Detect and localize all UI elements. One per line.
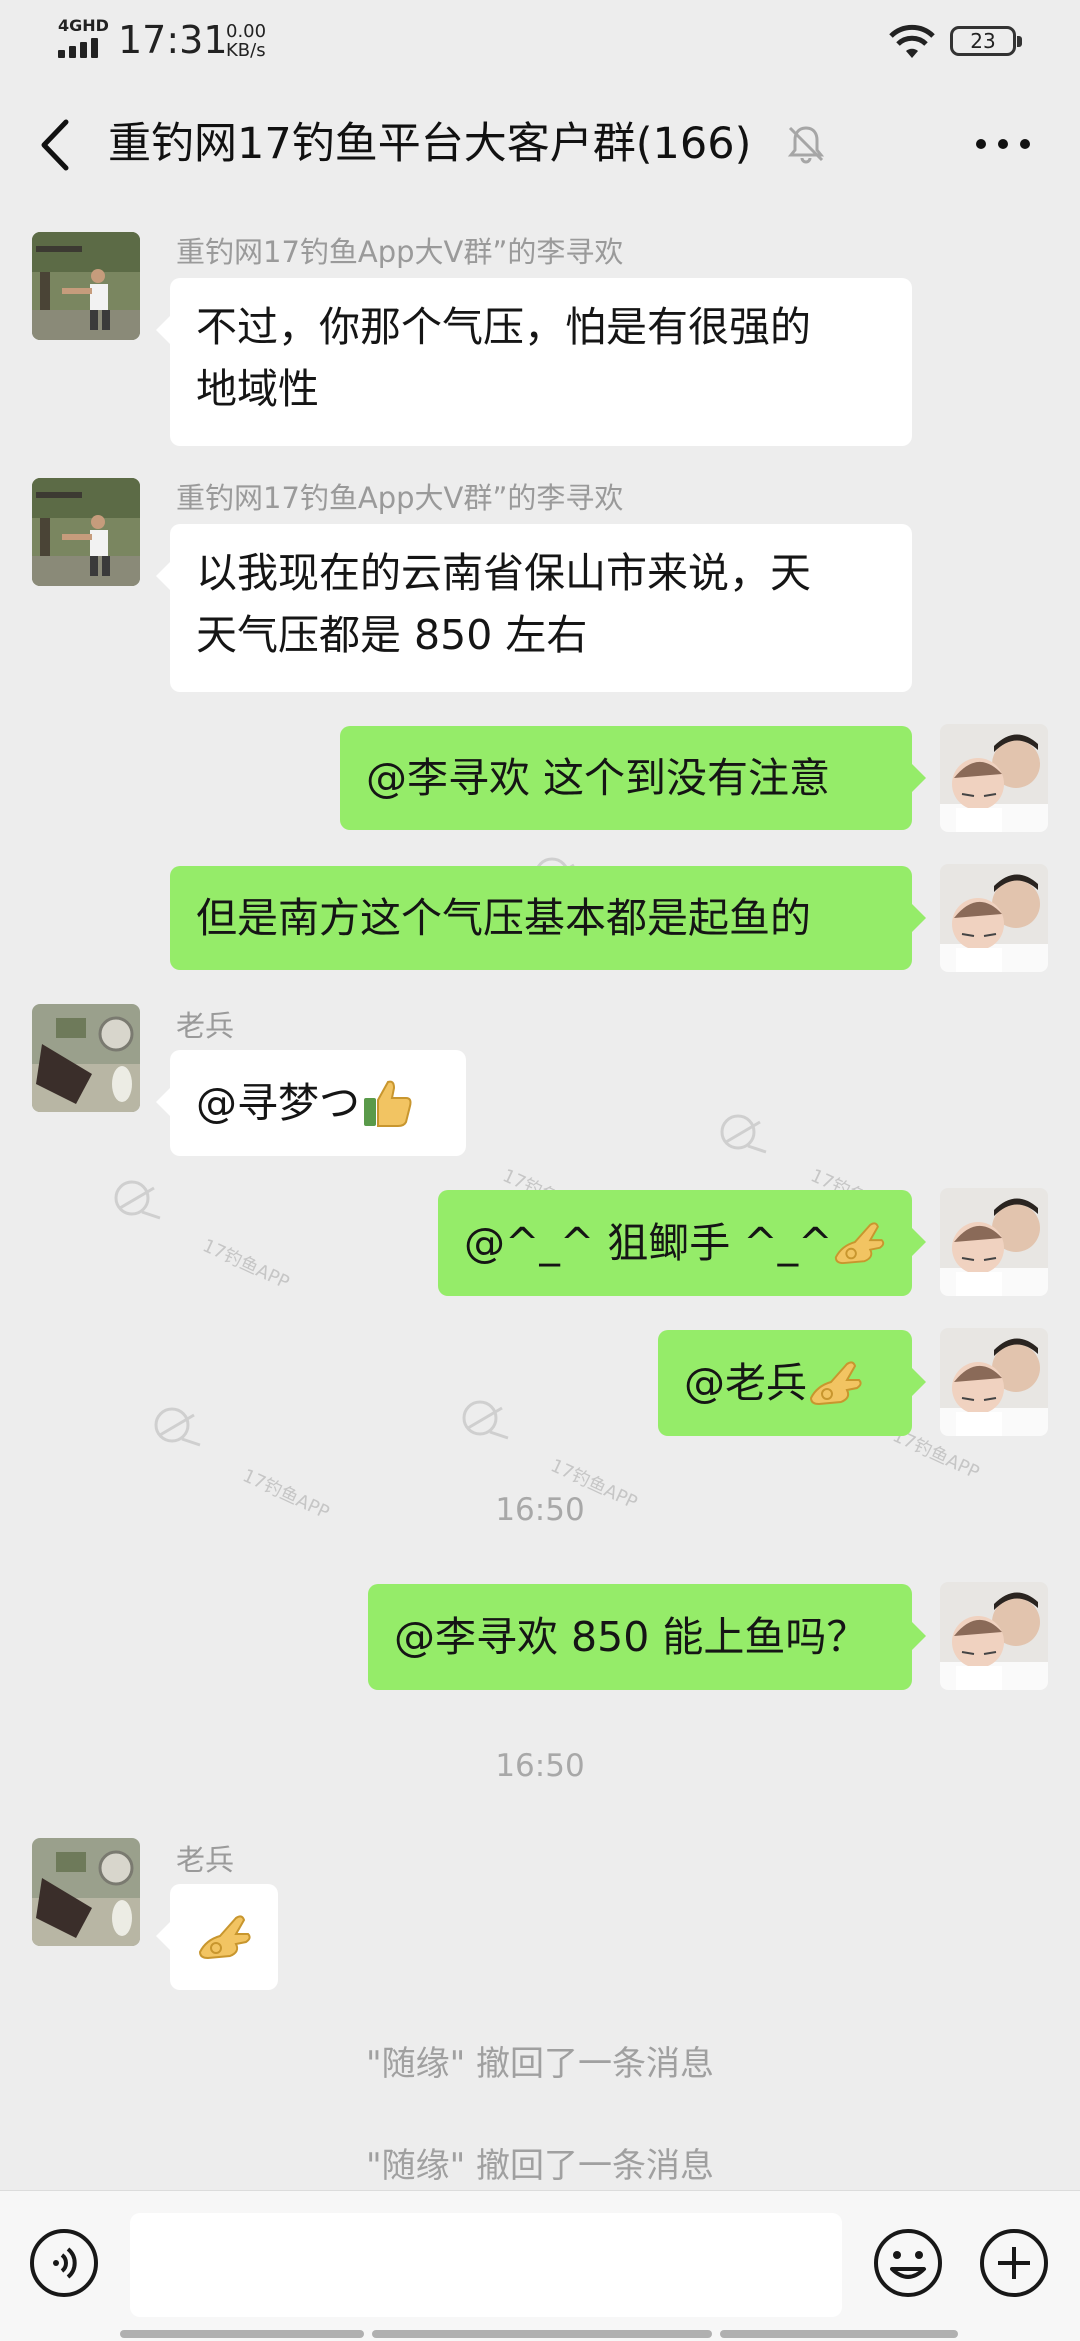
message-bubble[interactable]: @老兵 [658,1330,926,1436]
message-text: @^_^ 狙鲫手 ^_^ [464,1219,833,1267]
my-avatar[interactable] [940,1582,1048,1690]
my-avatar[interactable] [940,864,1048,972]
ok-hand-emoji [809,1361,862,1406]
thumbs-up-emoji [364,1080,412,1127]
ok-hand-emoji [198,1915,251,1960]
sender-name: 老兵 [176,1843,235,1877]
watermark-logo [720,1114,767,1154]
chat-title: 重钓网17钓鱼平台大客户群(166) [108,119,752,169]
smile-icon[interactable] [872,2227,944,2299]
avatar[interactable] [32,478,140,586]
message-text: 但是南方这个气压基本都是起鱼的 [196,894,811,942]
watermark-logo [462,1400,509,1440]
avatar[interactable] [32,1838,140,1946]
my-avatar[interactable] [940,724,1048,832]
message-line: 天气压都是 850 左右 [196,611,588,659]
input-bar [0,2190,1080,2341]
network-speed: 0.00 KB/s [226,21,267,61]
message-text: @老兵 [684,1359,807,1407]
sender-name: 重钓网17钓鱼App大V群”的李寻欢 [176,235,624,269]
watermark-logo [154,1407,201,1447]
message-bubble[interactable]: @李寻欢 850 能上鱼吗？ [368,1584,926,1690]
timestamp: 16:50 [495,1492,585,1528]
message-bubble[interactable]: 但是南方这个气压基本都是起鱼的 [170,866,926,970]
recall-notice: "随缘" 撤回了一条消息 [365,2146,715,2186]
status-bar: 4GHD 17:31 0.00 KB/s 23 [0,0,1080,84]
battery-indicator: 23 [950,26,1022,56]
recall-notice: "随缘" 撤回了一条消息 [365,2044,715,2084]
wifi-icon [889,24,935,58]
message-bubble[interactable]: 以我现在的云南省保山市来说，天 天气压都是 850 左右 [156,524,912,692]
plus-circle-icon[interactable] [978,2227,1050,2299]
signal-icon [58,38,104,58]
bell-off-icon [787,126,825,164]
message-bubble[interactable]: @李寻欢 这个到没有注意 [340,726,926,830]
message-line: 地域性 [196,365,319,413]
message-input[interactable] [130,2213,842,2317]
message-line: 以我现在的云南省保山市来说，天 [196,549,811,597]
more-dots-icon[interactable] [972,122,1034,166]
message-bubble[interactable]: 不过，你那个气压，怕是有很强的 地域性 [156,278,912,446]
sender-name: 重钓网17钓鱼App大V群”的李寻欢 [176,481,624,515]
ok-hand-emoji [835,1222,885,1265]
message-text: @李寻欢 850 能上鱼吗？ [394,1613,868,1661]
watermark-text: 17钓鱼APP [199,1235,293,1294]
message-text: @寻梦つ [196,1079,360,1127]
nav-gesture-bar [0,2330,1080,2340]
message-bubble[interactable]: @^_^ 狙鲫手 ^_^ [438,1190,926,1296]
network-type: 4GHD [58,16,109,35]
message-line: 不过，你那个气压，怕是有很强的 [196,303,811,351]
chat-header: 重钓网17钓鱼平台大客户群(166) [0,84,1080,214]
chevron-left-icon[interactable] [30,112,86,178]
my-avatar[interactable] [940,1328,1048,1436]
my-avatar[interactable] [940,1188,1048,1296]
avatar[interactable] [32,232,140,340]
voice-icon[interactable] [28,2227,100,2299]
sender-name: 老兵 [176,1009,235,1043]
message-text: @李寻欢 这个到没有注意 [366,754,831,802]
timestamp: 16:50 [495,1748,585,1784]
watermark-logo [114,1180,161,1220]
clock: 17:31 [118,18,228,62]
message-bubble[interactable] [156,1884,278,1990]
avatar[interactable] [32,1004,140,1112]
message-bubble[interactable]: @寻梦つ [156,1050,466,1156]
